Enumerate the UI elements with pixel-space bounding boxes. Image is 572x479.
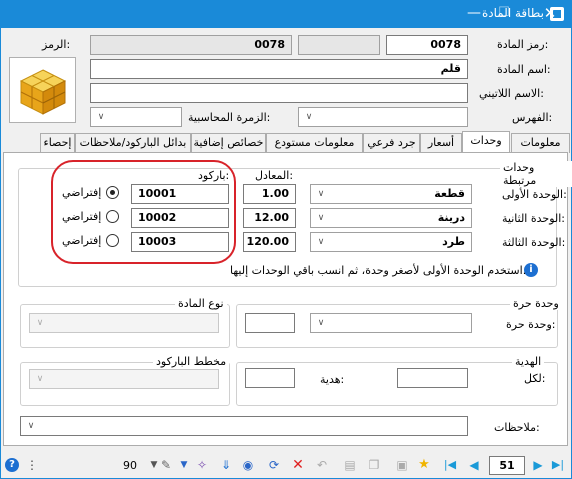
highlight-annotation xyxy=(51,160,236,264)
info-text: استخدم الوحدة الأولى لأصغر وحدة، ثم انسب… xyxy=(230,264,527,277)
view-icon[interactable]: ◉ xyxy=(241,458,255,472)
code-label: الرمز: xyxy=(42,38,71,51)
help-icon[interactable]: ? xyxy=(5,458,19,472)
barcode-scheme-dropdown[interactable]: ∨ xyxy=(29,369,219,389)
undo-icon[interactable]: ↶ xyxy=(315,458,329,472)
zoom-level: 90 xyxy=(123,459,137,472)
chevron-down-icon: ∨ xyxy=(317,213,325,223)
tab-barcode-alternatives[interactable]: بدائل الباركود/ملاحظات xyxy=(75,133,191,153)
free-unit-factor-field[interactable] xyxy=(245,313,295,333)
code-field: 0078 xyxy=(90,35,292,55)
gift-label: هدية: xyxy=(320,373,345,386)
tab-warehouse-info[interactable]: معلومات مستودع xyxy=(266,133,363,153)
gift-quantity-field[interactable] xyxy=(245,368,295,388)
chevron-down-icon: ∨ xyxy=(317,237,325,247)
next-record-icon[interactable]: ▶ xyxy=(531,458,545,472)
tab-sub-inventory[interactable]: جرد فرعي xyxy=(363,133,420,153)
chevron-down-icon: ∨ xyxy=(36,374,44,384)
close-button[interactable]: ✕ xyxy=(534,0,566,28)
factor-field[interactable]: 120.00 xyxy=(243,232,296,252)
sort-icon[interactable]: ⇓ xyxy=(219,458,233,472)
free-unit-title: وحدة حرة xyxy=(510,297,562,310)
maximize-button[interactable]: ☐ xyxy=(488,0,520,28)
notes-label: ملاحظات: xyxy=(494,421,540,434)
status-toolbar: ? ⋮ 90 ▼ ✎ ▼ ✧ ⇓ ◉ ⟳ ✕ ↶ ▤ ❐ ▣ ★ |◀ ◀ 51… xyxy=(1,453,571,478)
chevron-down-icon: ∨ xyxy=(317,189,325,199)
previous-record-icon[interactable]: ◀ xyxy=(467,458,481,472)
item-name-field[interactable]: قلم xyxy=(90,59,468,79)
free-unit-label: وحدة حرة: xyxy=(506,318,556,331)
copy-icon[interactable]: ❐ xyxy=(367,458,381,472)
item-code-field[interactable]: 0078 xyxy=(386,35,468,55)
delete-icon[interactable]: ✕ xyxy=(291,458,305,472)
factor-field[interactable]: 1.00 xyxy=(243,184,296,204)
per-quantity-field[interactable] xyxy=(397,368,468,388)
accounting-group-label: الزمرة المحاسبية: xyxy=(188,111,271,124)
tab-prices[interactable]: أسعار xyxy=(420,133,462,153)
title-bar: بطاقة المادة — ☐ ✕ xyxy=(0,0,572,28)
chevron-down-icon: ∨ xyxy=(97,112,105,122)
unit-row-label: الوحدة الثانية: xyxy=(502,212,565,225)
tab-info[interactable]: معلومات xyxy=(511,133,570,153)
item-code-extra-field xyxy=(298,35,380,55)
tools-icon[interactable]: ✧ xyxy=(195,458,209,472)
item-name-label: اسم المادة: xyxy=(497,63,551,76)
linked-units-title: وحدات مرتبطة xyxy=(500,161,572,187)
unit-row-label: الوحدة الثالثة: xyxy=(502,236,566,249)
gift-title: الهدية xyxy=(512,355,545,368)
paste-icon[interactable]: ▤ xyxy=(343,458,357,472)
latin-name-label: الاسم اللاتيني: xyxy=(479,87,544,100)
refresh-icon[interactable]: ⟳ xyxy=(267,458,281,472)
cube-icon xyxy=(19,69,67,115)
item-image[interactable] xyxy=(9,57,76,123)
accounting-group-dropdown[interactable]: ∨ xyxy=(90,107,182,127)
chevron-down-icon: ∨ xyxy=(36,318,44,328)
item-code-label: رمز المادة: xyxy=(497,38,549,51)
attachment-icon[interactable]: ✎ xyxy=(159,458,173,472)
unit-dropdown[interactable]: ∨ درينة xyxy=(310,208,472,228)
tab-extra-properties[interactable]: خصائص إضافية xyxy=(191,133,266,153)
item-type-title: نوع المادة xyxy=(175,297,227,310)
factor-header: المعادل: xyxy=(255,169,294,182)
item-type-dropdown[interactable]: ∨ xyxy=(29,313,219,333)
barcode-scheme-title: مخطط الباركود xyxy=(153,355,230,368)
chevron-down-icon: ∨ xyxy=(305,112,313,122)
index-label: الفهرس: xyxy=(512,111,553,124)
star-icon[interactable]: ★ xyxy=(417,458,431,472)
per-label: لكل: xyxy=(524,372,546,385)
tab-statistics[interactable]: إحصاء xyxy=(40,133,75,153)
notes-dropdown[interactable]: ∨ xyxy=(20,416,468,436)
unit-dropdown[interactable]: ∨ طرد xyxy=(310,232,472,252)
tab-strip: معلومات وحدات أسعار جرد فرعي معلومات مست… xyxy=(30,131,570,154)
index-dropdown[interactable]: ∨ xyxy=(298,107,468,127)
dropdown-icon[interactable]: ▼ xyxy=(177,458,191,472)
unit-dropdown[interactable]: ∨ قطعة xyxy=(310,184,472,204)
unit-row-label: الوحدة الأولى: xyxy=(502,188,567,201)
last-record-icon[interactable]: ▶| xyxy=(551,458,565,472)
record-number-field[interactable]: 51 xyxy=(489,456,525,475)
minimize-button[interactable]: — xyxy=(458,0,490,28)
factor-field[interactable]: 12.00 xyxy=(243,208,296,228)
first-record-icon[interactable]: |◀ xyxy=(443,458,457,472)
free-unit-dropdown[interactable]: ∨ xyxy=(310,313,472,333)
chevron-down-icon: ∨ xyxy=(27,421,35,431)
tab-units[interactable]: وحدات xyxy=(462,131,510,154)
save-icon[interactable]: ▣ xyxy=(395,458,409,472)
latin-name-field[interactable] xyxy=(90,83,468,103)
menu-dots-icon[interactable]: ⋮ xyxy=(25,458,39,472)
chevron-down-icon: ∨ xyxy=(317,318,325,328)
